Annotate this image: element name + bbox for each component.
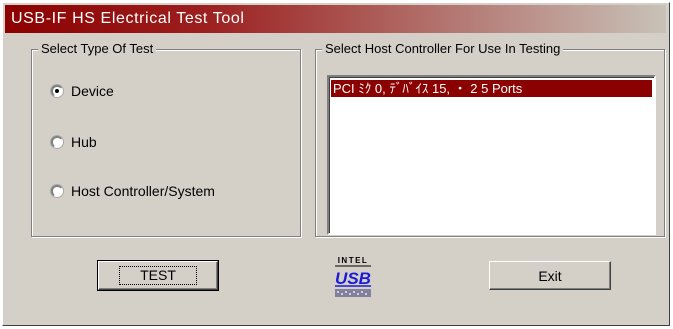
host-controller-listbox[interactable]: PCI ﾐｸ 0, ﾃﾞﾊﾞｲｽ 15, ・ 2 5 Ports bbox=[327, 75, 656, 235]
radio-host-controller-control[interactable] bbox=[51, 185, 63, 197]
radio-device-label: Device bbox=[71, 83, 114, 99]
radio-hub[interactable]: Hub bbox=[51, 132, 97, 152]
logo-main-text: USB bbox=[335, 269, 371, 288]
test-type-legend: Select Type Of Test bbox=[38, 41, 157, 56]
radio-host-controller-label: Host Controller/System bbox=[71, 183, 215, 199]
test-button-label: TEST bbox=[119, 266, 197, 285]
radio-device-control[interactable] bbox=[51, 85, 63, 97]
title-bar[interactable]: USB-IF HS Electrical Test Tool bbox=[5, 5, 666, 33]
list-item[interactable]: PCI ﾐｸ 0, ﾃﾞﾊﾞｲｽ 15, ・ 2 5 Ports bbox=[331, 80, 652, 97]
main-window: USB-IF HS Electrical Test Tool Select Ty… bbox=[2, 2, 670, 326]
exit-button[interactable]: Exit bbox=[489, 261, 611, 290]
window-title: USB-IF HS Electrical Test Tool bbox=[11, 10, 245, 27]
logo-top-text: INTEL bbox=[338, 256, 369, 265]
test-button[interactable]: TEST bbox=[97, 260, 219, 291]
exit-button-label: Exit bbox=[538, 267, 562, 284]
radio-host-controller[interactable]: Host Controller/System bbox=[51, 181, 215, 201]
host-controller-legend: Select Host Controller For Use In Testin… bbox=[322, 41, 564, 56]
radio-device[interactable]: Device bbox=[51, 81, 114, 101]
radio-hub-control[interactable] bbox=[51, 136, 63, 148]
radio-hub-label: Hub bbox=[71, 134, 97, 150]
intel-usb-logo-icon: INTEL USB bbox=[335, 256, 371, 297]
